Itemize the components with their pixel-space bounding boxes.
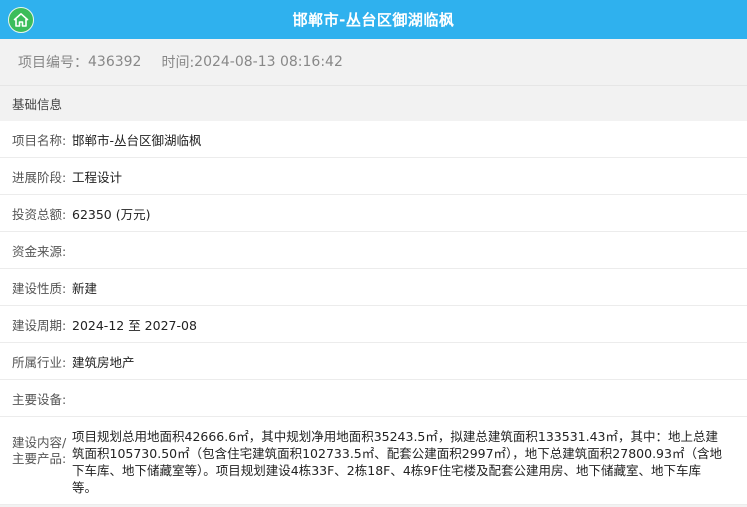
field-value: 建筑房地产 [72, 354, 135, 370]
field-label: 建设性质: [12, 280, 67, 296]
project-number-label: 项目编号： [18, 55, 88, 71]
field-label: 主要设备: [12, 391, 67, 407]
project-meta: 项目编号： 436392 时间: 2024-08-13 08:16:42 [0, 39, 747, 85]
field-value: 项目规划总用地面积42666.6㎡，其中规划净用地面积35243.5㎡，拟建总建… [72, 429, 722, 495]
field-label: 进展阶段: [12, 169, 67, 185]
home-button[interactable] [8, 7, 34, 33]
field-row-content: 建设内容/主要产品: 项目规划总用地面积42666.6㎡，其中规划净用地面积35… [0, 417, 747, 505]
home-icon [13, 13, 29, 27]
field-label: 投资总额: [12, 206, 67, 222]
field-label: 建设内容/主要产品: [12, 435, 67, 466]
field-value: 2024-12 至 2027-08 [72, 317, 197, 333]
field-row-period: 建设周期: 2024-12 至 2027-08 [0, 306, 747, 343]
field-value: 工程设计 [72, 169, 123, 185]
field-value: 62350 (万元) [72, 206, 151, 222]
field-row-industry: 所属行业: 建筑房地产 [0, 343, 747, 380]
field-row-stage: 进展阶段: 工程设计 [0, 158, 747, 195]
field-value: 邯郸市-丛台区御湖临枫 [72, 132, 202, 148]
field-row-funding: 资金来源: [0, 232, 747, 269]
page-title: 邯郸市-丛台区御湖临枫 [292, 11, 455, 29]
app-header: 邯郸市-丛台区御湖临枫 [0, 0, 747, 39]
project-number: 436392 [88, 54, 142, 70]
field-label: 建设周期: [12, 317, 67, 333]
field-label: 资金来源: [12, 243, 67, 259]
field-value: 新建 [72, 280, 98, 296]
section-title: 基础信息 [0, 85, 747, 121]
field-row-investment: 投资总额: 62350 (万元) [0, 195, 747, 232]
time-label: 时间: [161, 55, 195, 71]
time-value: 2024-08-13 08:16:42 [194, 54, 343, 70]
field-label: 项目名称: [12, 132, 67, 148]
info-list: 项目名称: 邯郸市-丛台区御湖临枫 进展阶段: 工程设计 投资总额: 62350… [0, 121, 747, 505]
field-label: 所属行业: [12, 354, 67, 370]
field-row-nature: 建设性质: 新建 [0, 269, 747, 306]
field-row-equipment: 主要设备: [0, 380, 747, 417]
field-row-name: 项目名称: 邯郸市-丛台区御湖临枫 [0, 121, 747, 158]
